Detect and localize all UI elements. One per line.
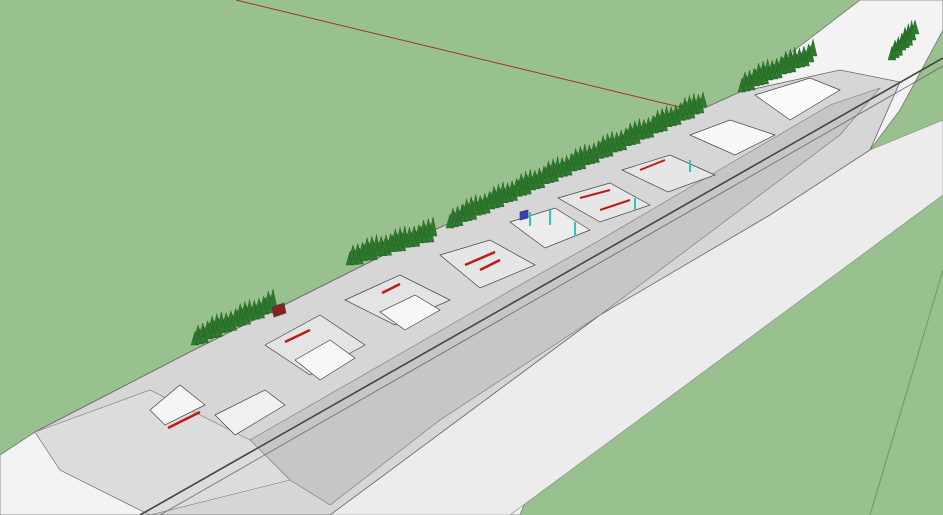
lift-hut[interactable]: [519, 209, 529, 221]
3d-model-viewport[interactable]: [0, 0, 943, 515]
